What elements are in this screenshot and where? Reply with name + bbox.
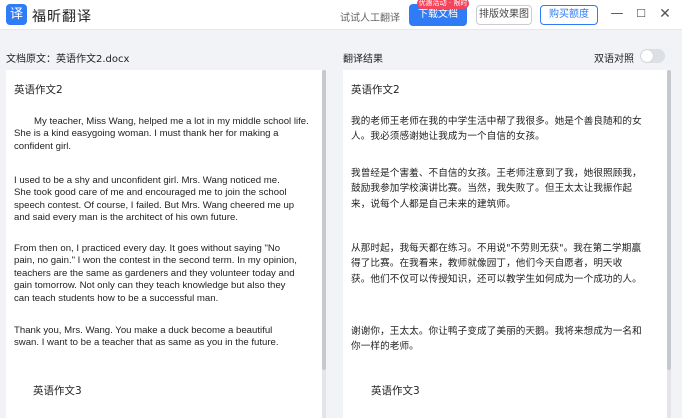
translation-result-title: 翻译结果: [343, 54, 383, 65]
source-heading-2: 英语作文3: [33, 385, 82, 397]
buy-quota-button[interactable]: 购买额度: [540, 5, 598, 25]
translation-paragraph: 我曾经是个害羞、不自信的女孩。王老师注意到了我，她很照顾我， 鼓励我参加学校演讲…: [351, 168, 642, 210]
bilingual-toggle[interactable]: [640, 49, 665, 63]
source-heading-1: 英语作文2: [14, 84, 63, 96]
app-name: 福昕翻译: [32, 9, 92, 25]
translation-scrollbar[interactable]: [667, 70, 671, 418]
translation-paragraph: 我的老师王老师在我的中学生活中帮了我很多。她是个善良随和的女 人。我必须感谢她让…: [351, 116, 642, 143]
translation-paragraph: 从那时起，我每天都在练习。不用说"不劳则无获"。我在第二学期赢 得了比赛。在我看…: [351, 243, 642, 285]
app-logo-icon: 译: [6, 4, 27, 25]
source-paragraph: I used to be a shy and unconfident girl.…: [14, 175, 295, 224]
translation-heading-1: 英语作文2: [351, 84, 400, 96]
download-area: 下载文档 优惠活动 · 限时: [409, 0, 469, 26]
source-pane[interactable]: 英语作文2 My teacher, Miss Wang, helped me a…: [6, 70, 322, 418]
source-paragraph: My teacher, Miss Wang, helped me a lot i…: [14, 116, 309, 152]
source-document-title: 文档原文：英语作文2.docx: [6, 54, 130, 65]
title-bar: 译 福昕翻译 试试人工翻译 下载文档 优惠活动 · 限时 排版效果图 购买额度 …: [0, 0, 682, 30]
translation-heading-2: 英语作文3: [371, 385, 420, 397]
translation-scroll-thumb[interactable]: [667, 70, 671, 370]
translation-paragraph: 谢谢你，王太太。你让鸭子变成了美丽的天鹅。我将来想成为一名和 你一样的老师。: [351, 326, 642, 353]
maximize-icon[interactable]: ☐: [632, 5, 650, 23]
minimize-icon[interactable]: —: [608, 5, 626, 23]
bilingual-toggle-label: 双语对照: [594, 54, 634, 65]
source-scrollbar[interactable]: [322, 70, 326, 418]
source-scroll-thumb[interactable]: [322, 70, 326, 370]
source-paragraph: Thank you, Mrs. Wang. You make a duck be…: [14, 325, 279, 349]
close-icon[interactable]: ✕: [656, 5, 674, 23]
translation-pane[interactable]: 英语作文2 我的老师王老师在我的中学生活中帮了我很多。她是个善良随和的女 人。我…: [343, 70, 667, 418]
source-paragraph: From then on, I practiced every day. It …: [14, 243, 297, 304]
layout-preview-button[interactable]: 排版效果图: [476, 5, 532, 25]
human-translation-link[interactable]: 试试人工翻译: [340, 9, 400, 24]
toggle-knob: [641, 50, 653, 62]
promo-badge: 优惠活动 · 限时: [417, 0, 469, 9]
